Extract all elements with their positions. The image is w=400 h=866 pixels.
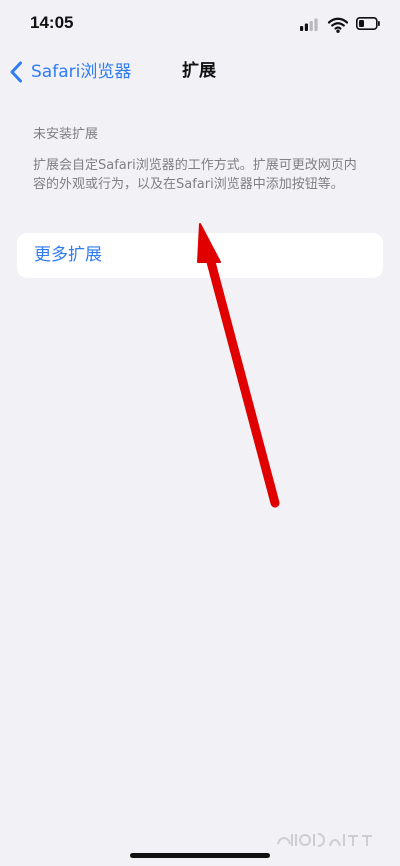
battery-icon (356, 17, 380, 30)
back-button-label: Safari浏览器 (31, 62, 132, 82)
page-title: 扩展 (182, 61, 216, 81)
back-button[interactable]: Safari浏览器 (9, 59, 131, 85)
section-header: 未安装扩展 (33, 127, 99, 142)
cellular-signal-icon (300, 18, 318, 31)
watermark-logo (277, 833, 372, 847)
status-time: 14:05 (30, 13, 74, 32)
chevron-left-icon (10, 61, 22, 83)
status-bar: 14:05 (0, 0, 400, 50)
more-extensions-button[interactable]: 更多扩展 (34, 244, 102, 266)
home-indicator[interactable] (130, 853, 270, 858)
navigation-bar: Safari浏览器 扩展 (0, 50, 400, 94)
section-description: 扩展会自定Safari浏览器的工作方式。扩展可更改网页内容的外观或行为，以及在S… (33, 158, 357, 192)
wifi-icon (327, 17, 349, 33)
status-icons (300, 15, 382, 35)
extensions-card: 更多扩展 (17, 233, 383, 278)
